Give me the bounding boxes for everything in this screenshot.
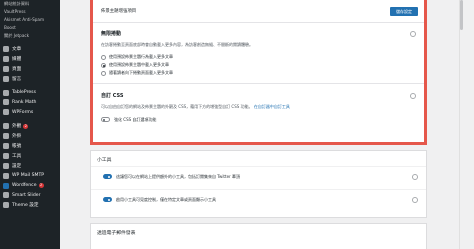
sidebar-item-appearance[interactable]: 外觀 2 [0, 121, 60, 131]
sidebar-item-media[interactable]: 媒體 [0, 54, 60, 64]
sidebar-item-wp-mail-smtp[interactable]: WP Mail SMTP [0, 171, 60, 181]
info-icon[interactable] [412, 197, 418, 203]
sidebar-item-comments[interactable]: 留言 [0, 74, 60, 84]
sidebar-item-label: 文章 [12, 46, 22, 52]
post-by-email-panel: 透過電子郵件發表 [90, 223, 427, 249]
sidebar-item-tools[interactable]: 工具 [0, 151, 60, 161]
widget-row-extra-widgets: 這讓您可以在網站上提供額外的小工具，包括訂閱集來自 Twitter 牽頂 [91, 166, 426, 186]
pin-icon [3, 45, 9, 52]
wrench-icon [3, 152, 9, 159]
custom-css-desc-text: 可以自由自訂您的網站及佈景主題的外觀及 CSS，藉用下方的增強型自訂 CSS 功… [101, 104, 253, 109]
info-icon[interactable] [410, 31, 416, 37]
sidebar-item-label: WP Mail SMTP [12, 173, 45, 179]
custom-css-section: 自訂 CSS 可以自由自訂您的網站及佈景主題的外觀及 CSS，藉用下方的增強型自… [93, 84, 424, 124]
user-icon [3, 142, 9, 149]
scroll-option-auto-load[interactable]: 隨著讀者向下捲動頁面載入更多文章 [101, 69, 416, 77]
panel-title: 佈景主題增強項目 [101, 9, 137, 14]
page-scrollbar[interactable] [459, 0, 464, 249]
panel-header: 佈景主題增強項目 儲存設定 [93, 0, 424, 23]
option-label: 隨著讀者向下捲動頁面載入更多文章 [109, 70, 173, 75]
widgets-title: 小工具 [97, 158, 112, 163]
customizer-link[interactable]: 在自訂器中自訂工具 [254, 104, 290, 109]
chart-icon [3, 99, 9, 106]
post-by-email-title: 透過電子郵件發表 [97, 231, 136, 236]
sidebar-submenu-stats[interactable]: 網站統計資料 [0, 0, 60, 8]
scroll-option-load-more[interactable]: 使用預設佈景主題中載入更多文章 [101, 61, 416, 69]
enhanced-css-label: 強化 CSS 自訂選項功能 [114, 116, 157, 122]
admin-sidebar: 網站統計資料 VaultPress Akismet Anti-Spam Boos… [0, 0, 60, 249]
sidebar-item-rank-math[interactable]: Rank Math [0, 97, 60, 107]
infinite-scroll-desc: 在訪客捲動至頁面底部時會自動載入更多內容，為訪客創造無縫、不間斷的閱讀體驗。 [101, 42, 253, 47]
sidebar-item-label: WPForms [12, 109, 34, 115]
mail-icon [3, 172, 9, 179]
info-icon[interactable] [412, 174, 418, 180]
sidebar-submenu-boost[interactable]: Boost [0, 24, 60, 32]
extra-widgets-label: 這讓您可以在網站上提供額外的小工具，包括訂閱集來自 Twitter 牽頂 [116, 173, 240, 179]
slider-icon [3, 192, 9, 199]
option-label: 使用預設佈景主題行為載入更多文章 [109, 54, 173, 59]
media-icon [3, 55, 9, 62]
widgets-panel: 小工具 這讓您可以在網站上提供額外的小工具，包括訂閱集來自 Twitter 牽頂… [90, 150, 427, 218]
enhanced-css-toggle[interactable] [101, 117, 110, 122]
sidebar-submenu-about-jetpack[interactable]: 關於 Jetpack [0, 32, 60, 40]
sidebar-item-label: 留言 [12, 76, 22, 82]
shield-icon [3, 182, 9, 189]
plugin-icon [3, 133, 9, 140]
widget-visibility-label: 啟用小工具可見度控制，僅在特定文章或頁面顯示小工具 [116, 196, 216, 202]
custom-css-desc: 可以自由自訂您的網站及佈景主題的外觀及 CSS，藉用下方的增強型自訂 CSS 功… [101, 104, 416, 110]
infinite-scroll-section: 無限捲動 在訪客捲動至頁面底部時會自動載入更多內容，為訪客創造無縫、不間斷的閱讀… [93, 23, 424, 77]
widget-row-visibility: 啟用小工具可見度控制，僅在特定文章或頁面顯示小工具 [91, 189, 426, 209]
scroll-option-default-behavior[interactable]: 使用預設佈景主題行為載入更多文章 [101, 53, 416, 61]
save-settings-button[interactable]: 儲存設定 [390, 6, 418, 16]
settings-icon [3, 162, 9, 169]
sidebar-item-pages[interactable]: 頁面 [0, 64, 60, 74]
radio-button-selected[interactable] [101, 62, 106, 68]
sidebar-item-label: Smart Slider [12, 192, 41, 198]
custom-css-title: 自訂 CSS [101, 93, 124, 99]
enhanced-css-row: 強化 CSS 自訂選項功能 [101, 115, 416, 124]
sidebar-item-label: 帳號 [12, 143, 22, 149]
comment-icon [3, 75, 9, 82]
sidebar-item-label: 頁面 [12, 66, 22, 72]
update-badge: 2 [23, 123, 29, 129]
sidebar-item-wordfence[interactable]: Wordfence 2 [0, 181, 60, 191]
table-icon [3, 89, 9, 96]
brush-icon [3, 123, 9, 130]
sidebar-item-label: Wordfence [12, 183, 37, 189]
sidebar-item-label: 工具 [12, 153, 22, 159]
theme-enhancements-panel: 佈景主題增強項目 儲存設定 無限捲動 在訪客捲動至頁面底部時會自動載入更多內容，… [90, 0, 427, 145]
sidebar-item-label: TablePress [12, 90, 36, 95]
sidebar-item-label: 外觀 [12, 124, 22, 130]
scrollbar-thumb[interactable] [460, 0, 463, 30]
info-icon[interactable] [410, 93, 416, 99]
option-label: 使用預設佈景主題中載入更多文章 [109, 62, 169, 67]
sidebar-item-label: Rank Math [12, 99, 37, 105]
sidebar-item-label: 媒體 [12, 56, 22, 62]
sidebar-item-settings[interactable]: 設定 [0, 161, 60, 171]
alert-badge: 2 [38, 183, 44, 189]
sidebar-item-tablepress[interactable]: TablePress [0, 88, 60, 98]
form-icon [3, 109, 9, 116]
infinite-scroll-title: 無限捲動 [101, 31, 122, 37]
sidebar-item-label: 設定 [12, 163, 22, 169]
sidebar-item-plugins[interactable]: 外掛 [0, 131, 60, 141]
sidebar-item-theme-settings[interactable]: Theme 設定 [0, 200, 60, 210]
page-icon [3, 65, 9, 72]
radio-button[interactable] [101, 54, 106, 60]
sidebar-item-label: Theme 設定 [12, 203, 39, 209]
sidebar-item-wpforms[interactable]: WPForms [0, 107, 60, 117]
sidebar-item-users[interactable]: 帳號 [0, 141, 60, 151]
sidebar-item-label: 外掛 [12, 134, 22, 140]
extra-widgets-toggle[interactable] [103, 174, 112, 179]
sidebar-item-smart-slider[interactable]: Smart Slider [0, 190, 60, 200]
sidebar-submenu-akismet[interactable]: Akismet Anti-Spam [0, 16, 60, 24]
sidebar-submenu-vaultpress[interactable]: VaultPress [0, 8, 60, 16]
theme-icon [3, 202, 9, 209]
widget-visibility-toggle[interactable] [103, 197, 112, 202]
radio-button[interactable] [101, 70, 106, 76]
sidebar-item-posts[interactable]: 文章 [0, 44, 60, 54]
